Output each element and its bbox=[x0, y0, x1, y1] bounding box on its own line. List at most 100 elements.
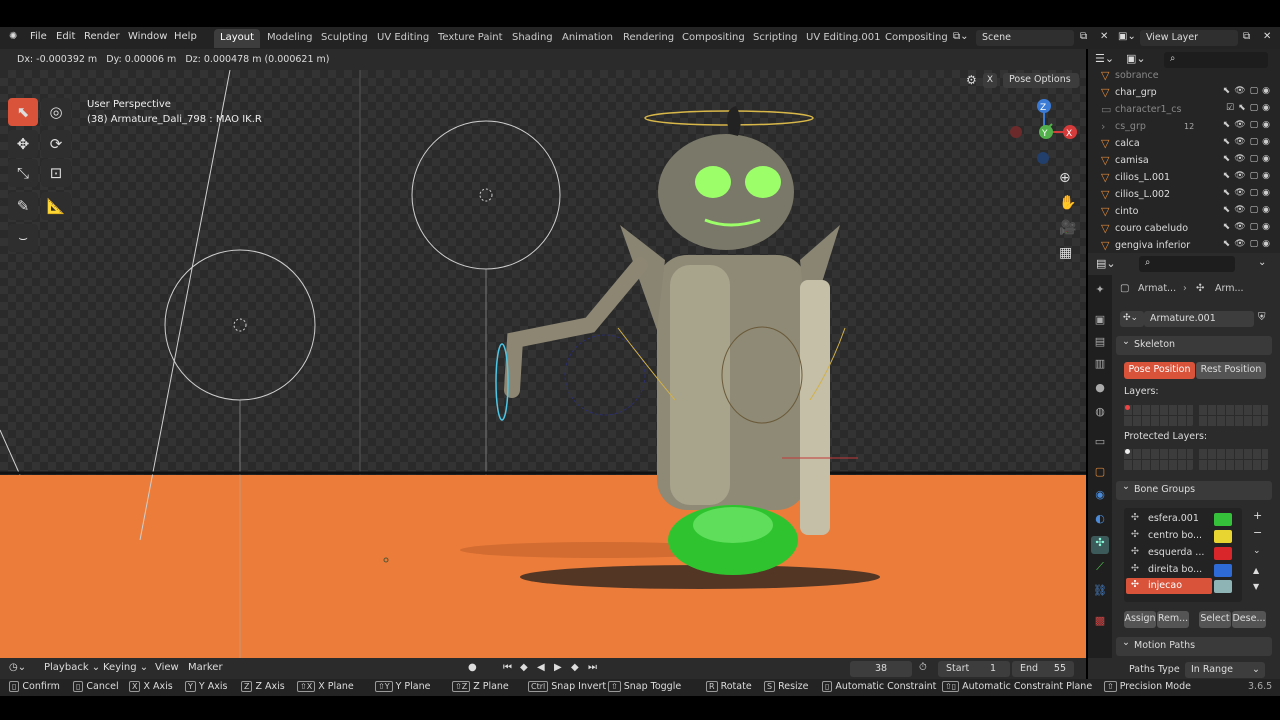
skeleton-panel-header[interactable]: Skeleton bbox=[1116, 336, 1272, 355]
tab-texture-paint[interactable]: Texture Paint bbox=[432, 29, 509, 48]
properties-search[interactable]: ⌕ bbox=[1139, 256, 1235, 272]
view-layer-selector[interactable]: View Layer bbox=[1140, 30, 1238, 46]
bone-tab-icon[interactable]: ⟋ bbox=[1091, 560, 1109, 578]
outliner-row[interactable]: ▽ cinto ⬉👁▢◉ bbox=[1088, 204, 1280, 221]
bone-layers-grid-b[interactable] bbox=[1198, 404, 1268, 426]
bone-group-color[interactable] bbox=[1214, 513, 1232, 526]
armature-data-tab-icon[interactable]: ✣ bbox=[1091, 536, 1109, 554]
remove-scene-icon[interactable]: ✕ bbox=[1100, 31, 1108, 42]
bone-constraint-tab-icon[interactable]: ⛓ bbox=[1091, 584, 1109, 602]
hand-pan-icon[interactable]: ✋ bbox=[1059, 195, 1076, 211]
start-frame-field[interactable]: Start 1 bbox=[938, 661, 1010, 677]
rest-position-button[interactable]: Rest Position bbox=[1196, 362, 1266, 379]
pose-tool[interactable]: ⌣ bbox=[8, 224, 38, 252]
pose-options-dropdown[interactable]: Pose Options bbox=[1003, 73, 1079, 88]
outliner-row[interactable]: ▽ sobrance bbox=[1088, 68, 1280, 85]
assign-button[interactable]: Assign bbox=[1124, 611, 1156, 628]
modifier-tab-icon[interactable]: ◉ bbox=[1091, 488, 1109, 506]
menu-file[interactable]: File bbox=[30, 31, 47, 42]
properties-editor-icon[interactable]: ▤⌄ bbox=[1096, 257, 1116, 270]
cursor-tool[interactable]: ◎ bbox=[41, 98, 71, 126]
view-menu[interactable]: View bbox=[155, 662, 179, 673]
bone-groups-panel-header[interactable]: Bone Groups bbox=[1116, 481, 1272, 500]
outliner-row[interactable]: ▽ camisa ⬉👁▢◉ bbox=[1088, 153, 1280, 170]
remove-bone-group-icon[interactable]: − bbox=[1253, 526, 1262, 539]
datablock-browse-icon[interactable]: ✣⌄ bbox=[1120, 311, 1144, 327]
pose-options-close[interactable]: X bbox=[983, 73, 997, 88]
grid-view-icon[interactable]: ▦ bbox=[1059, 245, 1072, 261]
bone-group-row[interactable]: ✣ centro bo... bbox=[1126, 528, 1212, 544]
bone-group-row-active[interactable]: ✣ injecao bbox=[1126, 578, 1212, 594]
motion-paths-panel-header[interactable]: Motion Paths bbox=[1116, 637, 1272, 656]
tab-shading[interactable]: Shading bbox=[506, 29, 559, 48]
properties-options-icon[interactable]: ⌄ bbox=[1258, 257, 1266, 268]
menu-window[interactable]: Window bbox=[128, 31, 167, 42]
bone-layers-grid-a[interactable] bbox=[1123, 404, 1193, 426]
bone-group-color[interactable] bbox=[1214, 564, 1232, 577]
object-tab-icon[interactable]: ▢ bbox=[1091, 465, 1109, 483]
playback-menu[interactable]: Playback ⌄ bbox=[44, 662, 100, 673]
3d-viewport[interactable]: ⬉ ◎ ✥ ⟳ ⤡ ⊡ ✎ 📐 ⌣ User Perspective (38) … bbox=[0, 70, 1086, 658]
record-icon[interactable]: ● bbox=[468, 662, 477, 673]
current-frame-field[interactable]: 38 bbox=[850, 661, 912, 677]
tab-uv-editing[interactable]: UV Editing bbox=[371, 29, 435, 48]
remove-button[interactable]: Rem... bbox=[1157, 611, 1189, 628]
tab-modeling[interactable]: Modeling bbox=[261, 29, 319, 48]
view-layer-tab-icon[interactable]: ▥ bbox=[1091, 357, 1109, 375]
bone-group-row[interactable]: ✣ esquerda ... bbox=[1126, 545, 1212, 561]
texture-tab-icon[interactable]: ▩ bbox=[1091, 614, 1109, 632]
paths-type-dropdown[interactable]: In Range ⌄ bbox=[1185, 662, 1265, 678]
bone-group-menu-icon[interactable]: ⌄ bbox=[1253, 546, 1261, 556]
next-keyframe-icon[interactable]: ◆ bbox=[571, 662, 579, 673]
new-view-layer-icon[interactable]: ⧉ bbox=[1243, 31, 1250, 42]
menu-help[interactable]: Help bbox=[174, 31, 197, 42]
scene-selector[interactable]: Scene bbox=[976, 30, 1074, 46]
bone-group-row[interactable]: ✣ esfera.001 bbox=[1126, 511, 1212, 527]
play-icon[interactable]: ▶ bbox=[554, 662, 562, 673]
select-button[interactable]: Select bbox=[1199, 611, 1231, 628]
overlay-icon[interactable]: ⚙ bbox=[966, 73, 977, 87]
tab-rendering[interactable]: Rendering bbox=[617, 29, 680, 48]
datablock-name[interactable]: Armature.001 bbox=[1144, 311, 1254, 327]
keying-menu[interactable]: Keying ⌄ bbox=[103, 662, 148, 673]
deselect-button[interactable]: Dese... bbox=[1232, 611, 1266, 628]
outliner-row[interactable]: ▭ character1_cs ☑⬉▢◉ bbox=[1088, 102, 1280, 119]
marker-menu[interactable]: Marker bbox=[188, 662, 223, 673]
tab-sculpting[interactable]: Sculpting bbox=[315, 29, 374, 48]
select-box-tool[interactable]: ⬉ bbox=[8, 98, 38, 126]
fake-user-shield-icon[interactable]: ⛨ bbox=[1258, 312, 1266, 323]
transform-tool[interactable]: ⊡ bbox=[41, 159, 71, 187]
outliner-row[interactable]: › cs_grp 12 ⬉👁▢◉ bbox=[1088, 119, 1280, 136]
rotate-tool[interactable]: ⟳ bbox=[41, 130, 71, 158]
move-down-icon[interactable]: ▼ bbox=[1253, 582, 1259, 591]
pose-position-button[interactable]: Pose Position bbox=[1124, 362, 1195, 379]
move-up-icon[interactable]: ▲ bbox=[1253, 566, 1259, 575]
add-bone-group-icon[interactable]: + bbox=[1253, 509, 1262, 522]
end-frame-field[interactable]: End 55 bbox=[1012, 661, 1074, 677]
measure-tool[interactable]: 📐 bbox=[41, 192, 71, 220]
blender-logo-icon[interactable]: ✺ bbox=[9, 31, 17, 42]
clock-editor-icon[interactable]: ◷⌄ bbox=[9, 662, 26, 673]
remove-view-layer-icon[interactable]: ✕ bbox=[1263, 31, 1271, 42]
prev-keyframe-icon[interactable]: ◆ bbox=[520, 662, 528, 673]
collection-tab-icon[interactable]: ▭ bbox=[1091, 435, 1109, 453]
output-tab-icon[interactable]: ▤ bbox=[1091, 335, 1109, 353]
jump-start-icon[interactable]: ⏮ bbox=[503, 662, 512, 673]
tab-animation[interactable]: Animation bbox=[556, 29, 619, 48]
move-tool[interactable]: ✥ bbox=[8, 130, 38, 158]
tool-tab-icon[interactable]: ✦ bbox=[1091, 283, 1109, 301]
physics-tab-icon[interactable]: ◐ bbox=[1091, 512, 1109, 530]
annotate-tool[interactable]: ✎ bbox=[8, 192, 38, 220]
world-tab-icon[interactable]: ◍ bbox=[1091, 405, 1109, 423]
scene-tab-icon[interactable]: ● bbox=[1091, 381, 1109, 399]
bone-group-color[interactable] bbox=[1214, 580, 1232, 593]
protected-layers-grid-b[interactable] bbox=[1198, 448, 1268, 470]
jump-end-icon[interactable]: ⏭ bbox=[588, 662, 597, 673]
outliner-row[interactable]: ▽ cilios_L.001 ⬉👁▢◉ bbox=[1088, 170, 1280, 187]
menu-edit[interactable]: Edit bbox=[56, 31, 75, 42]
tab-uv-editing-001[interactable]: UV Editing.001 bbox=[800, 29, 886, 48]
bone-group-color[interactable] bbox=[1214, 530, 1232, 543]
navigation-gizmo[interactable]: Z X Y bbox=[1000, 94, 1086, 174]
tab-compositing[interactable]: Compositing bbox=[676, 29, 751, 48]
outliner-row[interactable]: ▽ couro cabeludo ⬉👁▢◉ bbox=[1088, 221, 1280, 238]
